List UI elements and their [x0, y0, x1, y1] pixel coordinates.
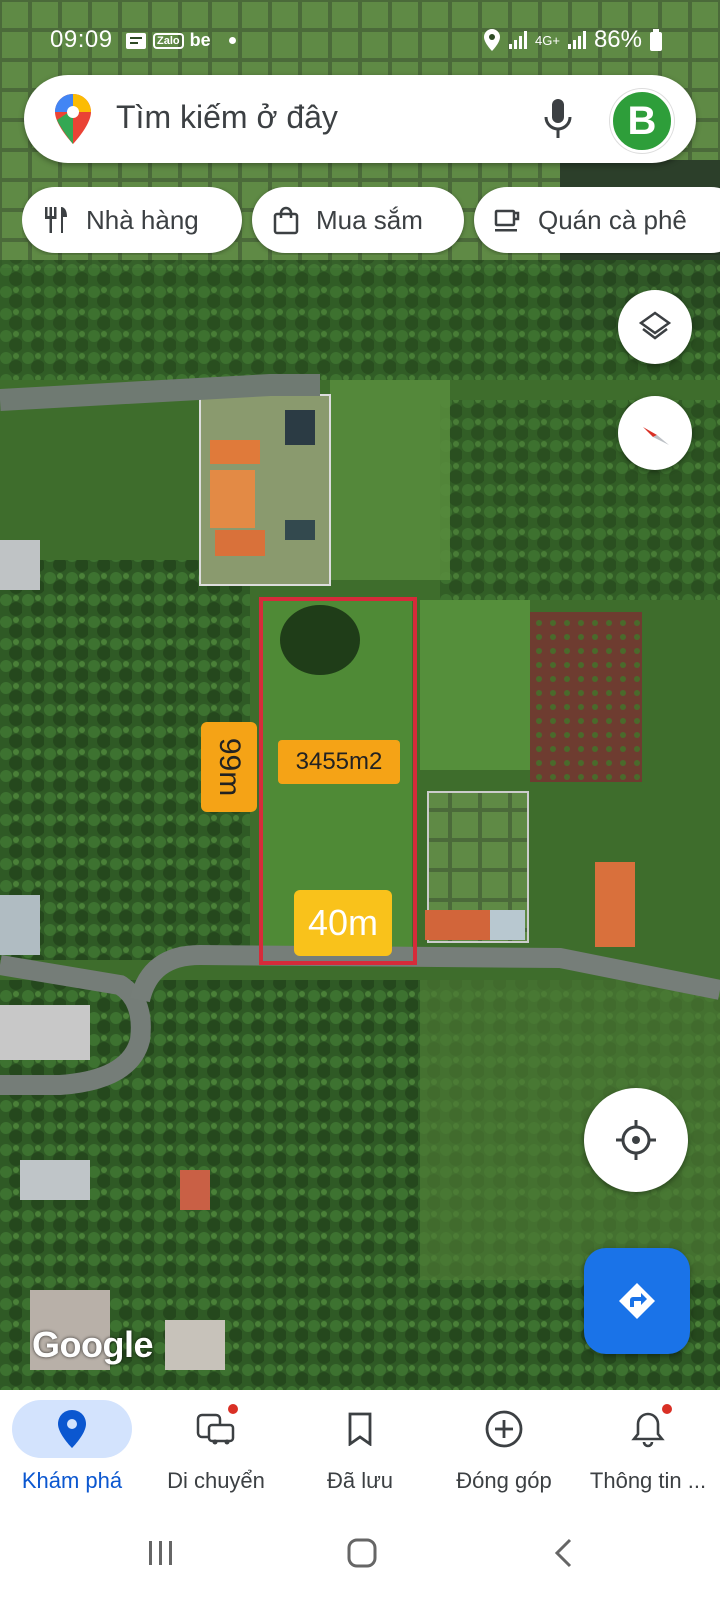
chip-coffee[interactable]: Quán cà phê	[474, 187, 720, 253]
microphone-icon[interactable]	[542, 97, 574, 141]
home-button[interactable]	[346, 1538, 378, 1573]
battery-icon	[650, 29, 662, 51]
search-bar[interactable]: Tìm kiếm ở đây B	[24, 75, 696, 163]
add-circle-icon	[444, 1400, 564, 1458]
search-input[interactable]: Tìm kiếm ở đây	[116, 99, 338, 136]
chip-shopping[interactable]: Mua sắm	[252, 187, 464, 253]
chip-restaurants[interactable]: Nhà hàng	[22, 187, 242, 253]
category-chips: Nhà hàng Mua sắm Quán cà phê	[22, 187, 720, 255]
bottom-navigation: Khám phá Di chuyển Đã lưu Đóng góp Thông…	[0, 1390, 720, 1508]
status-bar: 09:09 Zalo be 4G+ 86%	[0, 0, 720, 80]
status-app-icons: Zalo be	[125, 30, 236, 51]
network-type: 4G+	[535, 32, 560, 48]
recent-apps-button[interactable]	[146, 1538, 176, 1573]
notification-dot-icon	[228, 37, 236, 44]
nav-contribute[interactable]: Đóng góp	[432, 1390, 576, 1508]
nav-updates[interactable]: Thông tin ...	[576, 1390, 720, 1508]
my-location-button[interactable]	[584, 1088, 688, 1192]
compass-icon	[643, 427, 669, 445]
directions-icon	[619, 1283, 655, 1319]
account-avatar[interactable]: B	[610, 89, 674, 153]
layers-button[interactable]	[618, 290, 692, 364]
recent-apps-icon	[149, 1541, 172, 1565]
restaurant-icon	[40, 204, 72, 236]
status-right: 4G+ 86%	[483, 26, 662, 54]
commute-icon	[156, 1400, 276, 1458]
shopping-bag-icon	[270, 204, 302, 236]
back-icon	[554, 1538, 572, 1568]
home-icon	[347, 1538, 377, 1568]
zalo-icon: Zalo	[153, 32, 184, 49]
location-icon	[484, 29, 501, 51]
chip-label: Mua sắm	[316, 204, 423, 235]
commute-badge	[228, 1404, 238, 1414]
system-navigation-bar	[0, 1508, 720, 1599]
nav-commute[interactable]: Di chuyển	[144, 1390, 288, 1508]
explore-pin-icon	[12, 1400, 132, 1458]
bell-icon	[588, 1400, 708, 1458]
signal-icon-2	[567, 31, 586, 49]
directions-button[interactable]	[584, 1248, 690, 1354]
back-button[interactable]	[552, 1538, 576, 1573]
battery-percent: 86%	[593, 26, 642, 53]
nav-saved[interactable]: Đã lưu	[288, 1390, 432, 1508]
message-icon	[126, 32, 146, 49]
google-maps-logo-icon	[55, 94, 91, 144]
signal-icon	[509, 31, 528, 49]
coffee-icon	[492, 204, 524, 236]
layers-icon	[638, 311, 672, 340]
nav-explore[interactable]: Khám phá	[0, 1390, 144, 1508]
updates-badge	[662, 1404, 672, 1414]
compass-button[interactable]	[618, 396, 692, 470]
my-location-icon	[616, 1120, 656, 1160]
google-watermark: Google	[32, 1324, 154, 1365]
side-length-label: 99m	[201, 722, 257, 812]
area-label: 3455m2	[278, 740, 400, 784]
bookmark-icon	[300, 1400, 420, 1458]
be-icon: be	[189, 30, 211, 50]
front-length-label: 40m	[294, 890, 392, 956]
status-time: 09:09	[50, 26, 113, 53]
chip-label: Nhà hàng	[86, 204, 199, 235]
chip-label: Quán cà phê	[538, 204, 687, 235]
